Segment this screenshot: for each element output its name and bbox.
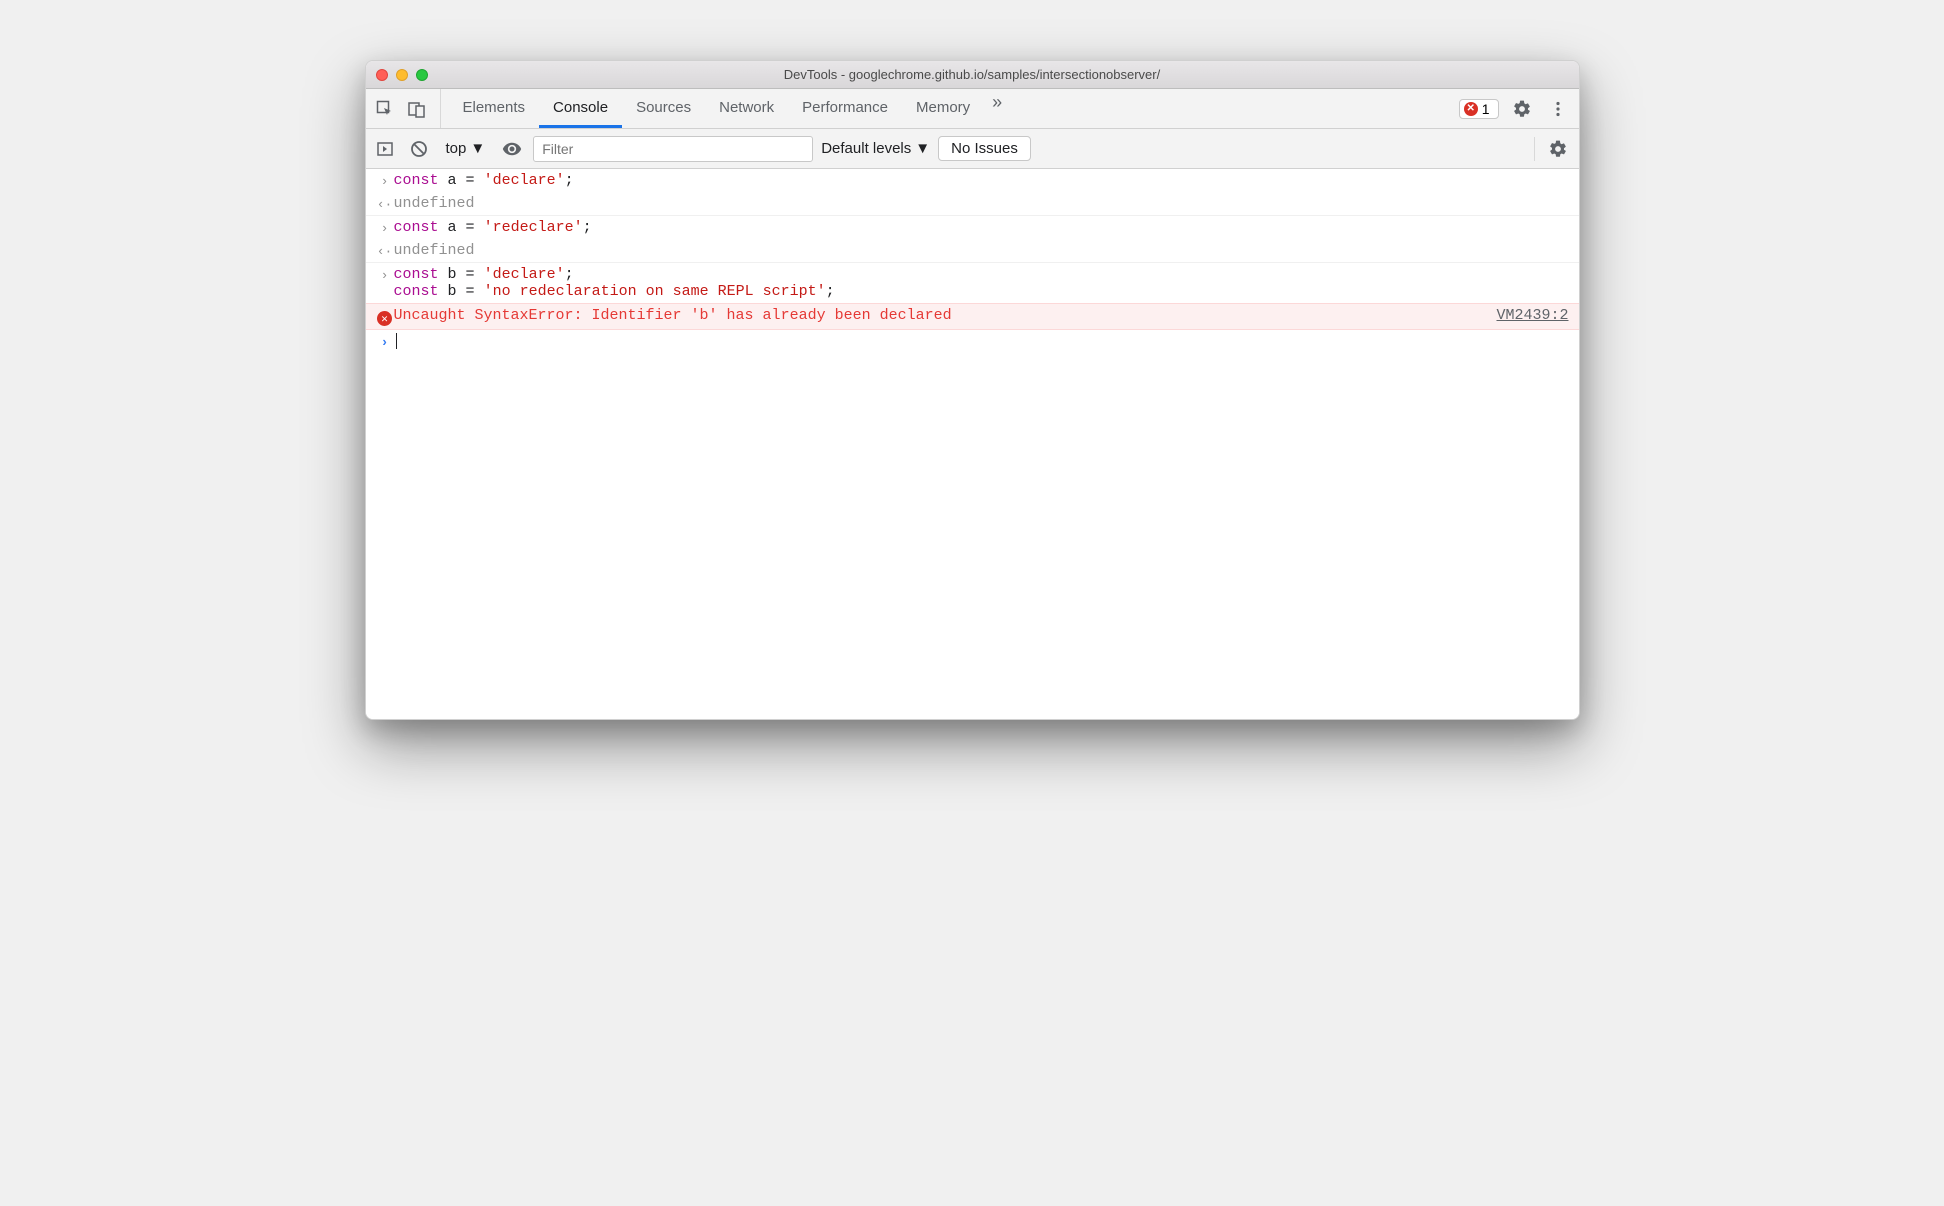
- console-input-line: const a = 'declare';: [394, 172, 1569, 189]
- issues-button[interactable]: No Issues: [938, 136, 1031, 161]
- tab-memory[interactable]: Memory: [902, 89, 984, 128]
- console-row[interactable]: ‹·undefined: [366, 192, 1579, 216]
- input-gutter-icon: ›: [376, 266, 394, 283]
- toolbar-left: [372, 89, 441, 128]
- devtools-window: DevTools - googlechrome.github.io/sample…: [365, 60, 1580, 720]
- context-label: top: [446, 140, 467, 157]
- error-source-link[interactable]: VM2439:2: [1476, 307, 1568, 324]
- console-row[interactable]: ‹·undefined: [366, 239, 1579, 263]
- tab-performance[interactable]: Performance: [788, 89, 902, 128]
- close-window-button[interactable]: [376, 69, 388, 81]
- console-error-message: Uncaught SyntaxError: Identifier 'b' has…: [394, 307, 1477, 324]
- console-row[interactable]: ›: [366, 330, 1579, 353]
- console-prompt[interactable]: [394, 333, 1569, 350]
- tab-network[interactable]: Network: [705, 89, 788, 128]
- console-row[interactable]: ›const a = 'redeclare';: [366, 216, 1579, 239]
- console-input-line: const b = 'declare'; const b = 'no redec…: [394, 266, 1569, 300]
- context-selector[interactable]: top ▼: [440, 140, 492, 157]
- log-level-selector[interactable]: Default levels ▼: [821, 140, 930, 157]
- filter-input[interactable]: [533, 136, 813, 162]
- window-title: DevTools - googlechrome.github.io/sample…: [366, 67, 1579, 82]
- error-icon: ✕: [1464, 102, 1478, 116]
- console-row[interactable]: ✕Uncaught SyntaxError: Identifier 'b' ha…: [366, 303, 1579, 330]
- device-toolbar-icon[interactable]: [404, 96, 430, 122]
- prompt-gutter-icon: ›: [376, 333, 394, 350]
- error-count: 1: [1482, 101, 1490, 117]
- tab-sources[interactable]: Sources: [622, 89, 705, 128]
- output-gutter-icon: ‹·: [376, 242, 394, 259]
- console-toolbar-right: [1528, 136, 1571, 162]
- error-icon: ✕: [377, 311, 392, 326]
- output-gutter-icon: ‹·: [376, 195, 394, 212]
- console-settings-icon[interactable]: [1545, 136, 1571, 162]
- console-input-line: const a = 'redeclare';: [394, 219, 1569, 236]
- error-gutter: ✕: [376, 307, 394, 326]
- chevron-down-icon: ▼: [470, 140, 485, 157]
- input-gutter-icon: ›: [376, 172, 394, 189]
- traffic-lights: [366, 69, 428, 81]
- inspect-element-icon[interactable]: [372, 96, 398, 122]
- console-output-line: undefined: [394, 242, 1569, 259]
- log-level-label: Default levels: [821, 140, 911, 157]
- panel-tabs: ElementsConsoleSourcesNetworkPerformance…: [449, 89, 985, 128]
- tab-console[interactable]: Console: [539, 89, 622, 128]
- titlebar[interactable]: DevTools - googlechrome.github.io/sample…: [366, 61, 1579, 89]
- toolbar-right: ✕ 1: [1459, 89, 1571, 128]
- tab-elements[interactable]: Elements: [449, 89, 540, 128]
- toggle-sidebar-icon[interactable]: [372, 136, 398, 162]
- console-output-line: undefined: [394, 195, 1569, 212]
- minimize-window-button[interactable]: [396, 69, 408, 81]
- clear-console-icon[interactable]: [406, 136, 432, 162]
- zoom-window-button[interactable]: [416, 69, 428, 81]
- console-row[interactable]: ›const a = 'declare';: [366, 169, 1579, 192]
- main-toolbar: ElementsConsoleSourcesNetworkPerformance…: [366, 89, 1579, 129]
- input-gutter-icon: ›: [376, 219, 394, 236]
- console-row[interactable]: ›const b = 'declare'; const b = 'no rede…: [366, 263, 1579, 303]
- settings-icon[interactable]: [1509, 96, 1535, 122]
- divider: [1534, 137, 1535, 161]
- console-toolbar: top ▼ Default levels ▼ No Issues: [366, 129, 1579, 169]
- more-options-icon[interactable]: [1545, 96, 1571, 122]
- error-count-badge[interactable]: ✕ 1: [1459, 99, 1499, 119]
- live-expression-icon[interactable]: [499, 136, 525, 162]
- more-tabs-button[interactable]: »: [984, 89, 1010, 115]
- console-body[interactable]: ›const a = 'declare';‹·undefined›const a…: [366, 169, 1579, 719]
- chevron-down-icon: ▼: [915, 140, 930, 157]
